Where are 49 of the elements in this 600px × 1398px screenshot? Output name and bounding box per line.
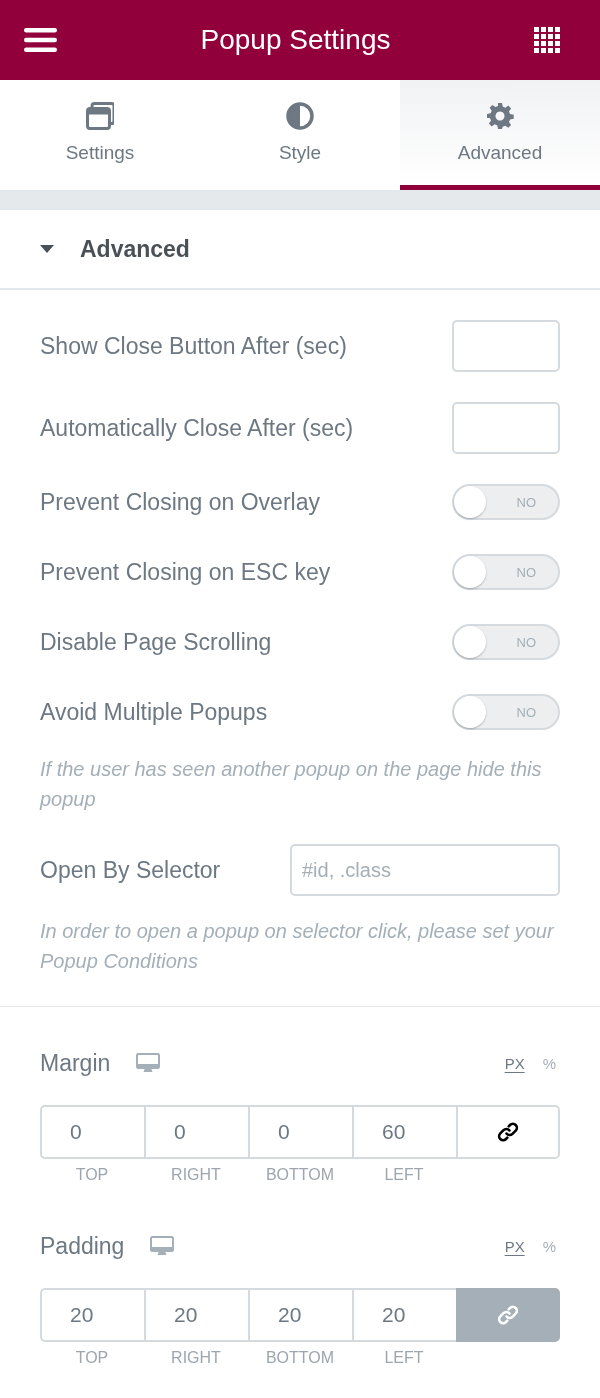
field-label: Prevent Closing on ESC key — [40, 558, 331, 586]
number-field[interactable] — [452, 402, 560, 454]
window-icon — [86, 101, 114, 130]
side-label: LEFT — [383, 1349, 425, 1367]
help-text: If the user has seen another popup on the page hide this popup — [40, 757, 543, 812]
link-icon — [497, 1304, 519, 1326]
side-label: TOP — [74, 1166, 110, 1184]
grid-icon — [534, 27, 560, 53]
desktop-icon — [150, 1236, 175, 1256]
unit-option[interactable]: PX — [500, 1237, 529, 1255]
side-label: BOTTOM — [264, 1166, 336, 1184]
side-label: LEFT — [383, 1166, 425, 1184]
contrast-icon — [286, 101, 314, 130]
dimension-field[interactable]: 0 — [248, 1105, 352, 1159]
menu-button[interactable] — [24, 28, 57, 52]
side-label: BOTTOM — [264, 1349, 336, 1367]
side-label: TOP — [74, 1349, 110, 1367]
field-label: Show Close Button After (sec) — [40, 332, 347, 360]
panel-title: Popup Settings — [200, 24, 391, 56]
tab[interactable]: Advanced — [400, 80, 600, 190]
unit-option[interactable]: PX — [500, 1054, 529, 1072]
unit-option[interactable]: % — [538, 1237, 560, 1255]
field-label: Prevent Closing on Overlay — [40, 488, 320, 516]
selector-field[interactable]: #id, .class — [290, 844, 560, 896]
dimension-field[interactable]: 20 — [248, 1288, 352, 1342]
unit-option[interactable]: % — [538, 1054, 560, 1072]
side-label: RIGHT — [170, 1166, 222, 1184]
side-label: RIGHT — [170, 1349, 222, 1367]
apps-button[interactable] — [534, 27, 560, 53]
dimension-field[interactable]: 60 — [352, 1105, 456, 1159]
link-button[interactable] — [456, 1105, 560, 1159]
dimension-field[interactable]: 20 — [144, 1288, 248, 1342]
field-label: Open By Selector — [40, 856, 221, 884]
field-label: Automatically Close After (sec) — [40, 414, 354, 442]
dimension-field[interactable]: 0 — [144, 1105, 248, 1159]
caret-icon — [40, 245, 54, 253]
control-label: Padding — [40, 1232, 125, 1260]
number-field[interactable] — [452, 320, 560, 372]
desktop-icon — [136, 1053, 161, 1073]
dimension-field[interactable]: 20 — [352, 1288, 456, 1342]
menu-icon — [24, 28, 57, 52]
field-label: Disable Page Scrolling — [40, 628, 272, 656]
link-icon — [497, 1121, 519, 1143]
help-text: In order to open a popup on selector click, please set your Popup Conditions — [40, 919, 556, 974]
settings-icon — [486, 101, 514, 130]
control-label: Margin — [40, 1049, 111, 1077]
dimension-field[interactable]: 20 — [40, 1288, 144, 1342]
dimension-field[interactable]: 0 — [40, 1105, 144, 1159]
field-label: Avoid Multiple Popups — [40, 698, 268, 726]
